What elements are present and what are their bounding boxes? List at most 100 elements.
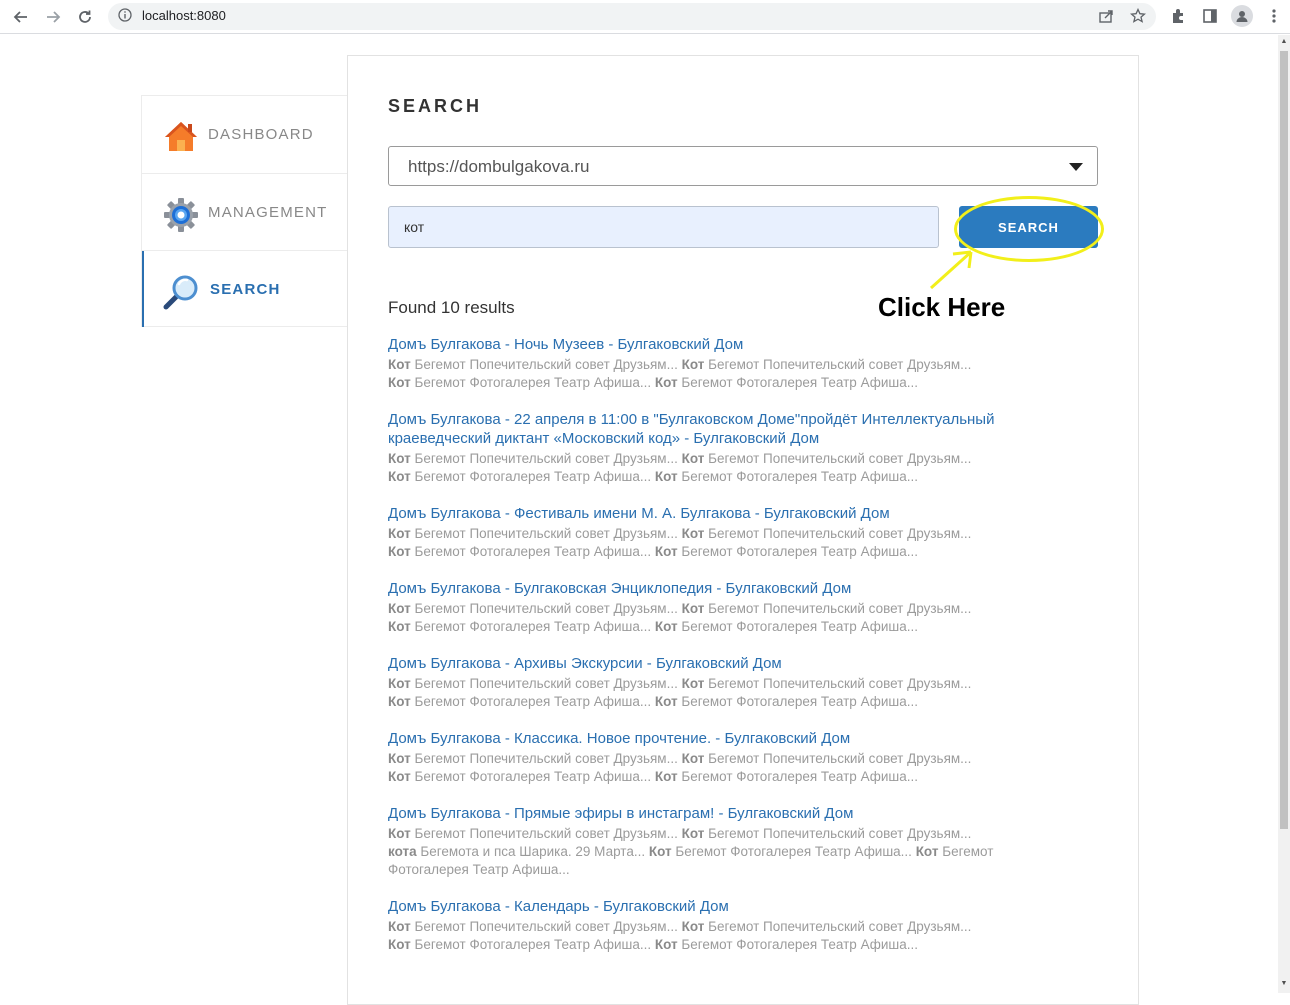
snippet-keyword: Кот [388,826,411,841]
sidebar-item-management[interactable]: MANAGEMENT [142,174,347,251]
snippet-keyword: Кот [388,544,411,559]
snippet-keyword: Кот [681,826,705,841]
snippet-keyword: Кот [388,751,411,766]
caret-down-icon[interactable] [1069,163,1083,171]
back-arrow-icon[interactable] [8,4,34,30]
sidebar-item-dashboard[interactable]: DASHBOARD [142,96,347,173]
snippet-text: Бегемота и пса Шарика. 29 Марта... [416,844,649,859]
snippet-text: Бегемот Попечительский совет Друзьям... [410,451,682,466]
snippet-line: Кот Бегемот Фотогалерея Театр Афиша... К… [388,468,1088,486]
snippet-text: Бегемот Попечительский совет Друзьям... [410,919,682,934]
scroll-down-icon[interactable]: ▼ [1280,980,1288,988]
snippet-keyword: Кот [388,769,411,784]
snippet-text: Бегемот Фотогалерея Театр Афиша... [677,375,918,390]
site-select-dropdown[interactable]: https://dombulgakova.ru [388,146,1098,186]
result-snippet: Кот Бегемот Попечительский совет Друзьям… [388,675,1088,711]
home-icon [165,122,197,151]
scrollbar-thumb[interactable] [1280,51,1288,829]
page-scrollbar[interactable]: ▲ ▼ [1278,35,1290,993]
profile-avatar-icon[interactable] [1231,5,1253,27]
snippet-line: Кот Бегемот Фотогалерея Театр Афиша... К… [388,543,1088,561]
result-title-link[interactable]: Домъ Булгакова - 22 апреля в 11:00 в "Бу… [388,410,1088,448]
snippet-line: Кот Бегемот Фотогалерея Театр Афиша... К… [388,936,1088,954]
snippet-keyword: Кот [681,601,705,616]
snippet-text: Бегемот Фотогалерея Театр Афиша... [677,769,918,784]
reload-icon[interactable] [72,4,98,30]
snippet-text: Бегемот Попечительский совет Друзьям... [410,526,682,541]
browser-menu-icon[interactable] [1264,6,1284,26]
snippet-text: Бегемот Фотогалерея Театр Афиша... [677,544,918,559]
result-item: Домъ Булгакова - Классика. Новое прочтен… [388,729,1088,786]
snippet-keyword: Кот [681,751,705,766]
sidebar-nav: DASHBOARD MANAGEMENT SEARCH [141,95,347,327]
result-item: Домъ Булгакова - Архивы Экскурсии - Булг… [388,654,1088,711]
snippet-text: Бегемот Попечительский совет Друзьям... [704,357,972,372]
snippet-keyword: Кот [681,451,705,466]
callout-arrow-icon [929,250,973,290]
snippet-keyword: Кот [654,375,678,390]
snippet-text: Бегемот Фотогалерея Театр Афиша... [677,469,918,484]
address-bar[interactable]: localhost:8080 [108,3,1156,30]
snippet-text: Бегемот Попечительский совет Друзьям... [704,751,972,766]
side-panel-icon[interactable] [1200,6,1220,26]
info-icon[interactable] [118,8,132,22]
snippet-line: Кот Бегемот Фотогалерея Театр Афиша... К… [388,768,1088,786]
result-snippet: Кот Бегемот Попечительский совет Друзьям… [388,356,1088,392]
snippet-text: Бегемот Фотогалерея Театр Афиша... [677,937,918,952]
result-title-link[interactable]: Домъ Булгакова - Календарь - Булгаковски… [388,897,1088,916]
result-item: Домъ Булгакова - Прямые эфиры в инстагра… [388,804,1088,879]
snippet-keyword: Кот [681,676,705,691]
snippet-keyword: Кот [654,469,678,484]
search-button[interactable]: SEARCH [959,206,1098,248]
snippet-text: Бегемот [938,844,994,859]
result-title-link[interactable]: Домъ Булгакова - Прямые эфиры в инстагра… [388,804,1088,823]
scroll-up-icon[interactable]: ▲ [1280,38,1288,46]
snippet-text: Бегемот Фотогалерея Театр Афиша... [677,619,918,634]
forward-arrow-icon[interactable] [40,4,66,30]
snippet-text: Бегемот Попечительский совет Друзьям... [410,601,682,616]
snippet-keyword: Кот [681,357,705,372]
result-title-link[interactable]: Домъ Булгакова - Фестиваль имени М. А. Б… [388,504,1088,523]
snippet-keyword: Кот [654,769,678,784]
results-count: Found 10 results [388,298,515,317]
snippet-text: Бегемот Попечительский совет Друзьям... [410,751,682,766]
result-title-link[interactable]: Домъ Булгакова - Ночь Музеев - Булгаковс… [388,335,1088,354]
snippet-text: Бегемот Фотогалерея Театр Афиша... [410,769,655,784]
snippet-keyword: Кот [388,619,411,634]
snippet-line: Кот Бегемот Попечительский совет Друзьям… [388,825,1088,843]
snippet-keyword: Кот [388,937,411,952]
snippet-line: Кот Бегемот Попечительский совет Друзьям… [388,600,1088,618]
result-snippet: Кот Бегемот Попечительский совет Друзьям… [388,750,1088,786]
snippet-line: Кот Бегемот Попечительский совет Друзьям… [388,918,1088,936]
snippet-line: Кот Бегемот Попечительский совет Друзьям… [388,356,1088,374]
snippet-keyword: Кот [388,601,411,616]
snippet-keyword: Кот [915,844,939,859]
result-title-link[interactable]: Домъ Булгакова - Классика. Новое прочтен… [388,729,1088,748]
snippet-text: Бегемот Попечительский совет Друзьям... [704,451,972,466]
extensions-puzzle-icon[interactable] [1168,6,1188,26]
snippet-keyword: Кот [681,919,705,934]
snippet-text: Бегемот Попечительский совет Друзьям... [704,826,972,841]
snippet-text: Бегемот Фотогалерея Театр Афиша... [410,937,655,952]
snippet-text: Фотогалерея Театр Афиша... [388,862,570,877]
snippet-keyword: Кот [388,357,411,372]
snippet-keyword: Кот [654,619,678,634]
snippet-keyword: Кот [388,375,411,390]
result-title-link[interactable]: Домъ Булгакова - Булгаковская Энциклопед… [388,579,1088,598]
snippet-keyword: Кот [388,526,411,541]
sidebar-item-label: MANAGEMENT [208,204,328,221]
snippet-text: Бегемот Попечительский совет Друзьям... [410,676,682,691]
url-text: localhost:8080 [142,8,226,23]
share-icon[interactable] [1096,6,1116,26]
snippet-line: Фотогалерея Театр Афиша... [388,861,1088,879]
bookmark-star-icon[interactable] [1128,6,1148,26]
snippet-line: Кот Бегемот Попечительский совет Друзьям… [388,675,1088,693]
snippet-line: Кот Бегемот Фотогалерея Театр Афиша... К… [388,693,1088,711]
snippet-text: Бегемот Попечительский совет Друзьям... [410,826,682,841]
sidebar-item-search[interactable]: SEARCH [142,251,347,327]
snippet-keyword: Кот [654,544,678,559]
result-title-link[interactable]: Домъ Булгакова - Архивы Экскурсии - Булг… [388,654,1088,673]
snippet-keyword: Кот [388,694,411,709]
search-query-input[interactable] [388,206,939,248]
result-snippet: Кот Бегемот Попечительский совет Друзьям… [388,600,1088,636]
